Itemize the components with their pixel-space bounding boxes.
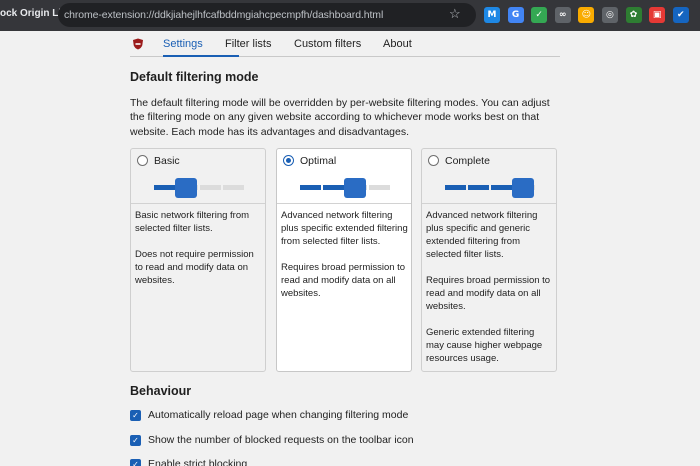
globe-icon[interactable]: ◎ <box>601 7 618 23</box>
show-blocked-count-label: Show the number of blocked requests on t… <box>148 434 414 446</box>
auto-reload-label: Automatically reload page when changing … <box>148 409 409 421</box>
filtering-level-slider[interactable] <box>154 178 244 198</box>
mode-description: Advanced network filtering plus specific… <box>281 209 409 313</box>
mode-card-header: Basic <box>131 149 265 204</box>
strict-blocking-label: Enable strict blocking <box>148 458 248 466</box>
mode-description-paragraph: Requires broad permission to read and mo… <box>426 275 551 312</box>
mode-radio-complete[interactable] <box>428 155 439 166</box>
mode-name: Optimal <box>300 155 337 167</box>
mode-description-paragraph: Generic extended filtering may cause hig… <box>426 327 543 364</box>
mode-description-paragraph: Basic network filtering from selected fi… <box>135 210 250 234</box>
dashboard-nav: Settings Filter lists Custom filters Abo… <box>130 31 560 57</box>
check-shield-icon[interactable]: ✓ <box>531 7 548 23</box>
slider-segment <box>491 184 512 190</box>
badge-icon[interactable]: ☺ <box>578 7 595 23</box>
mode-description: Basic network filtering from selected fi… <box>135 209 263 300</box>
tab-about[interactable]: About <box>383 38 412 50</box>
slider-segment <box>223 184 244 190</box>
browser-toolbar: ock Origin Lite chrome-extension://ddkji… <box>0 0 700 31</box>
mode-card-basic[interactable]: Basic Basic network filtering from select… <box>130 148 266 372</box>
strict-blocking-option[interactable]: ✓ Enable strict blocking <box>130 457 420 466</box>
mode-card-header: Complete <box>422 149 556 204</box>
mode-name: Complete <box>445 155 490 167</box>
ublock-shield-logo-icon <box>133 38 143 50</box>
slider-segment <box>445 184 466 190</box>
show-blocked-count-checkbox[interactable]: ✓ <box>130 435 141 446</box>
slider-segment <box>323 184 344 190</box>
tab-settings[interactable]: Settings <box>163 38 203 50</box>
mode-radio-optimal[interactable] <box>283 155 294 166</box>
translate-icon[interactable]: G <box>507 7 524 23</box>
active-tab-indicator <box>163 55 239 57</box>
filtering-mode-heading: Default filtering mode <box>130 70 259 84</box>
mode-description-paragraph: Requires broad permission to read and mo… <box>281 262 406 299</box>
leaf-icon[interactable]: ✿ <box>625 7 642 23</box>
bookmark-star-icon[interactable]: ☆ <box>449 6 461 22</box>
url-text[interactable]: chrome-extension://ddkjiahejlhfcafbddmgi… <box>64 9 383 21</box>
slider-knob[interactable] <box>512 178 534 198</box>
filtering-level-slider[interactable] <box>300 178 390 198</box>
slider-segment <box>154 184 175 190</box>
mode-description: Advanced network filtering plus specific… <box>426 209 554 378</box>
extension-icons: M G ✓ ∞ ☺ ◎ ✿ ▣ ✔ <box>484 7 689 24</box>
filtering-level-slider[interactable] <box>445 178 535 198</box>
slider-segment <box>468 184 489 190</box>
strict-blocking-checkbox[interactable]: ✓ <box>130 459 141 466</box>
checkbox-extension-icon[interactable]: ✔ <box>672 7 689 23</box>
tab-custom-filters[interactable]: Custom filters <box>294 38 361 50</box>
slider-segment <box>200 184 221 190</box>
address-bar[interactable]: chrome-extension://ddkjiahejlhfcafbddmgi… <box>58 3 476 27</box>
mode-description-paragraph: Advanced network filtering plus specific… <box>426 210 538 260</box>
m-extension-icon[interactable]: M <box>484 7 500 23</box>
mode-description-paragraph: Does not require permission to read and … <box>135 249 254 286</box>
mode-card-optimal[interactable]: Optimal Advanced network filtering plus s… <box>276 148 412 372</box>
mode-description-paragraph: Advanced network filtering plus specific… <box>281 210 408 247</box>
link-icon[interactable]: ∞ <box>554 7 571 23</box>
mode-name: Basic <box>154 155 180 167</box>
picture-icon[interactable]: ▣ <box>649 7 666 23</box>
slider-segment <box>369 184 390 190</box>
slider-segment <box>300 184 321 190</box>
behaviour-heading: Behaviour <box>130 384 192 398</box>
dashboard-page: Settings Filter lists Custom filters Abo… <box>0 31 700 466</box>
slider-knob[interactable] <box>175 178 197 198</box>
filtering-mode-description: The default filtering mode will be overr… <box>130 97 550 138</box>
mode-radio-basic[interactable] <box>137 155 148 166</box>
auto-reload-checkbox[interactable]: ✓ <box>130 410 141 421</box>
mode-card-complete[interactable]: Complete Advanced network filtering plus … <box>421 148 557 372</box>
slider-knob[interactable] <box>344 178 366 198</box>
tab-filter-lists[interactable]: Filter lists <box>225 38 271 50</box>
mode-card-header: Optimal <box>277 149 411 204</box>
